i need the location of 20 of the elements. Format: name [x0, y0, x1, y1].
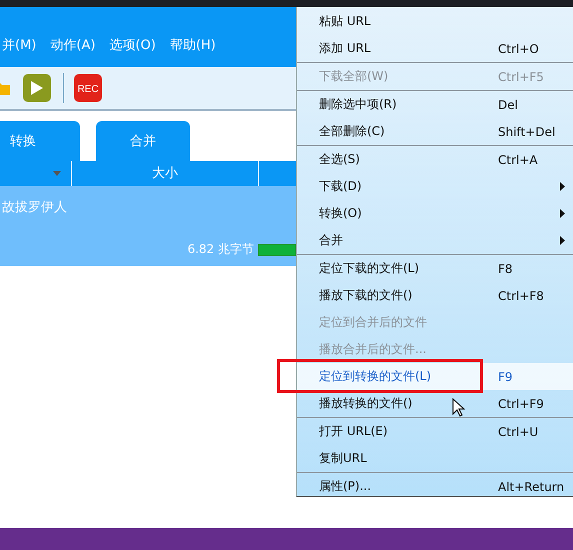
menu-item[interactable]: 打开 URL(E) Ctrl+U	[297, 418, 573, 445]
record-button[interactable]: REC	[74, 74, 102, 102]
menu-item[interactable]: 播放下载的文件() Ctrl+F8	[297, 282, 573, 309]
menu-item[interactable]: 属性(P)... Alt+Return	[297, 473, 573, 500]
menu-item[interactable]: 复制URL	[297, 445, 573, 472]
file-size: 6.82 兆字节	[187, 241, 254, 258]
sort-arrow-icon[interactable]	[53, 171, 61, 176]
menu-item[interactable]: 全部删除(C) Shift+Del	[297, 118, 573, 145]
menu-item[interactable]: 转换(O)	[297, 200, 573, 227]
mouse-cursor-icon	[452, 398, 466, 418]
menu-item[interactable]: 删除选中项(R) Del	[297, 91, 573, 118]
file-name: 故拔罗伊人	[2, 199, 67, 216]
menu-item[interactable]: 合并	[297, 227, 573, 254]
menu-item[interactable]: 添加 URL Ctrl+O	[297, 35, 573, 62]
menu-item[interactable]: 定位到转换的文件(L) F9	[297, 363, 573, 390]
play-icon	[30, 80, 44, 96]
menu-item[interactable]: 播放转换的文件() Ctrl+F9	[297, 390, 573, 417]
menu-item[interactable]: 全选(S) Ctrl+A	[297, 146, 573, 173]
play-button[interactable]	[23, 74, 51, 102]
menu-item[interactable]: 粘贴 URL	[297, 8, 573, 35]
